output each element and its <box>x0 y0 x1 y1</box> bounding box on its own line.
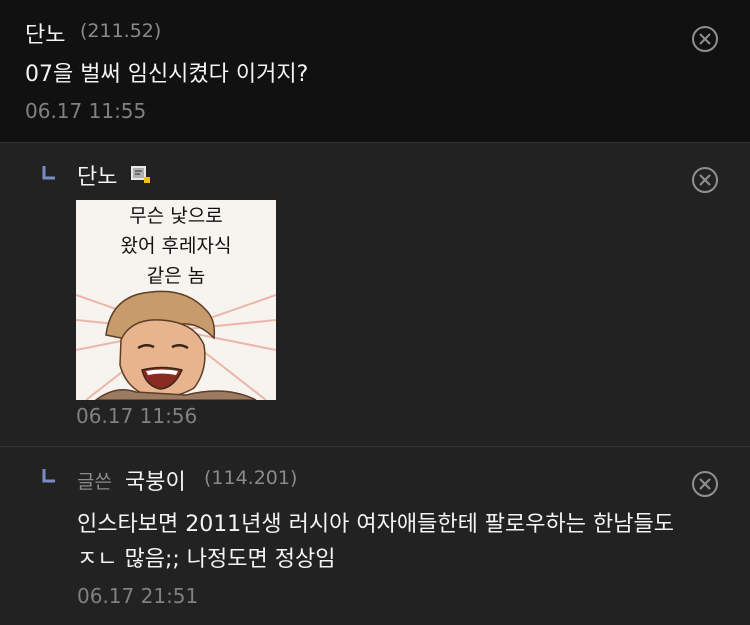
comment-body-line: ㅈㄴ 많음;; 나정도면 정상임 <box>77 547 336 572</box>
comment-item: 단노 (211.52) 07을 벌써 임신시켰다 이거지? 06.17 11:5… <box>0 0 750 142</box>
reply-arrow-icon <box>42 166 55 180</box>
circle-x-icon <box>699 33 711 45</box>
meme-caption-line: 무슨 낯으로 <box>129 205 222 227</box>
comment-nickname[interactable]: 국붕이 <box>125 464 186 496</box>
comment-body: 07을 벌써 임신시켰다 이거지? <box>25 62 309 87</box>
delete-comment-button[interactable] <box>692 26 718 52</box>
comment-ip: (114.201) <box>204 467 298 489</box>
comment-time: 06.17 11:55 <box>25 99 147 123</box>
meme-image[interactable]: 무슨 낯으로 왔어 후레자식 같은 놈 <box>76 200 276 400</box>
comment-time: 06.17 11:56 <box>76 404 198 428</box>
delete-comment-button[interactable] <box>692 471 718 497</box>
delete-comment-button[interactable] <box>692 167 718 193</box>
comment-time: 06.17 21:51 <box>77 584 199 608</box>
comment-nickname[interactable]: 단노 <box>77 159 117 191</box>
meme-caption-line: 같은 놈 <box>147 265 205 287</box>
meme-illustration: 무슨 낯으로 왔어 후레자식 같은 놈 <box>76 200 276 400</box>
reply-comment-item: 글쓴 국붕이 (114.201) 인스타보면 2011년생 러시아 여자애들한테… <box>0 447 750 625</box>
reply-arrow-icon <box>42 469 55 483</box>
comment-body: 인스타보면 2011년생 러시아 여자애들한테 팔로우하는 한남들도 ㅈㄴ 많음… <box>77 507 737 577</box>
reply-comment-item: 단노 무슨 낯으로 왔어 후레자식 같은 놈 06.17 11:56 <box>0 143 750 446</box>
comment-body-line: 인스타보면 2011년생 러시아 여자애들한테 팔로우하는 한남들도 <box>77 512 674 537</box>
gallery-member-icon <box>131 166 150 183</box>
comment-ip: (211.52) <box>80 20 162 42</box>
circle-x-icon <box>699 174 711 186</box>
meme-caption-line: 왔어 후레자식 <box>121 235 232 257</box>
circle-x-icon <box>699 478 711 490</box>
author-tag: 글쓴 <box>77 471 112 493</box>
comment-nickname[interactable]: 단노 <box>25 17 65 49</box>
